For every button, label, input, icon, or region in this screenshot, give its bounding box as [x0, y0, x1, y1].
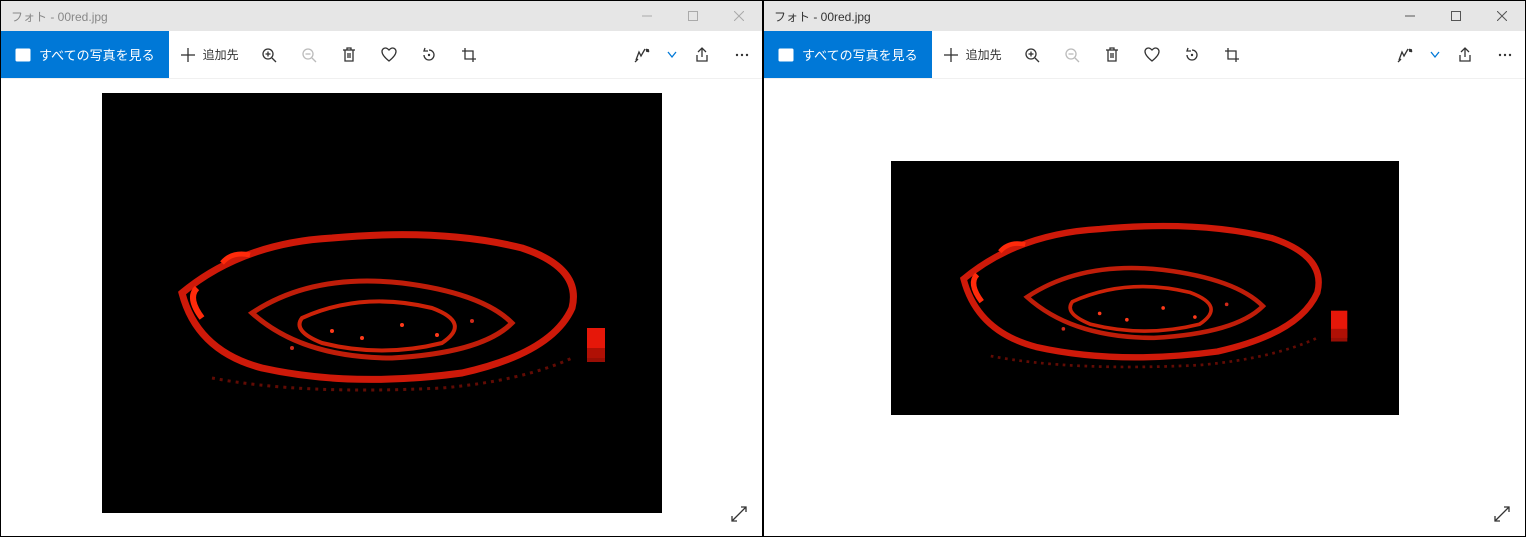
- rotate-button[interactable]: [1172, 31, 1212, 78]
- toolbar: すべての写真を見る 追加先: [764, 31, 1525, 79]
- plus-icon: [942, 46, 960, 64]
- crop-icon: [1223, 46, 1241, 64]
- image-content: [891, 161, 1399, 415]
- image-canvas[interactable]: [1, 79, 762, 536]
- add-to-button[interactable]: 追加先: [169, 31, 249, 78]
- favorite-button[interactable]: [369, 31, 409, 78]
- share-icon: [1456, 46, 1474, 64]
- chevron-down-icon: [1430, 50, 1440, 60]
- image-canvas[interactable]: [764, 79, 1525, 536]
- edit-tools-button[interactable]: [622, 31, 662, 78]
- delete-button[interactable]: [1092, 31, 1132, 78]
- plus-icon: [179, 46, 197, 64]
- expand-icon: [730, 505, 748, 523]
- zoom-out-button[interactable]: [1052, 31, 1092, 78]
- window-title: フォト - 00red.jpg: [11, 8, 624, 25]
- see-all-label: すべての写真を見る: [39, 45, 155, 64]
- rotate-icon: [420, 46, 438, 64]
- zoom-out-button[interactable]: [289, 31, 329, 78]
- crop-icon: [460, 46, 478, 64]
- share-button[interactable]: [1445, 31, 1485, 78]
- fullscreen-button[interactable]: [730, 505, 748, 526]
- zoom-out-icon: [300, 46, 318, 64]
- edit-tools-icon: [1396, 46, 1414, 64]
- rotate-icon: [1183, 46, 1201, 64]
- crop-button[interactable]: [1212, 31, 1252, 78]
- add-to-label: 追加先: [203, 46, 239, 63]
- picture-icon: [778, 47, 794, 63]
- close-button[interactable]: [716, 1, 762, 31]
- edit-tools-button[interactable]: [1385, 31, 1425, 78]
- trash-icon: [1103, 46, 1121, 64]
- photos-window-1: フォト - 00red.jpg すべての写真を見る 追加先: [0, 0, 763, 537]
- edit-dropdown-button[interactable]: [662, 31, 682, 78]
- more-button[interactable]: [722, 31, 762, 78]
- maximize-button[interactable]: [670, 1, 716, 31]
- minimize-button[interactable]: [624, 1, 670, 31]
- zoom-in-icon: [260, 46, 278, 64]
- photos-window-2: フォト - 00red.jpg すべての写真を見る 追加先: [763, 0, 1526, 537]
- minimize-button[interactable]: [1387, 1, 1433, 31]
- edit-dropdown-button[interactable]: [1425, 31, 1445, 78]
- more-button[interactable]: [1485, 31, 1525, 78]
- close-button[interactable]: [1479, 1, 1525, 31]
- zoom-out-icon: [1063, 46, 1081, 64]
- add-to-label: 追加先: [966, 46, 1002, 63]
- rotate-button[interactable]: [409, 31, 449, 78]
- trash-icon: [340, 46, 358, 64]
- toolbar: すべての写真を見る 追加先: [1, 31, 762, 79]
- see-all-label: すべての写真を見る: [802, 45, 918, 64]
- chevron-down-icon: [667, 50, 677, 60]
- share-icon: [693, 46, 711, 64]
- zoom-in-button[interactable]: [1012, 31, 1052, 78]
- titlebar[interactable]: フォト - 00red.jpg: [1, 1, 762, 31]
- expand-icon: [1493, 505, 1511, 523]
- window-controls: [1387, 1, 1525, 31]
- delete-button[interactable]: [329, 31, 369, 78]
- favorite-button[interactable]: [1132, 31, 1172, 78]
- heart-icon: [1143, 46, 1161, 64]
- window-controls: [624, 1, 762, 31]
- picture-icon: [15, 47, 31, 63]
- more-icon: [1496, 46, 1514, 64]
- zoom-in-icon: [1023, 46, 1041, 64]
- titlebar[interactable]: フォト - 00red.jpg: [764, 1, 1525, 31]
- image-content: [102, 93, 662, 513]
- more-icon: [733, 46, 751, 64]
- share-button[interactable]: [682, 31, 722, 78]
- fullscreen-button[interactable]: [1493, 505, 1511, 526]
- window-title: フォト - 00red.jpg: [774, 8, 1387, 25]
- heart-icon: [380, 46, 398, 64]
- edit-tools-icon: [633, 46, 651, 64]
- crop-button[interactable]: [449, 31, 489, 78]
- add-to-button[interactable]: 追加先: [932, 31, 1012, 78]
- see-all-photos-button[interactable]: すべての写真を見る: [764, 31, 932, 78]
- zoom-in-button[interactable]: [249, 31, 289, 78]
- see-all-photos-button[interactable]: すべての写真を見る: [1, 31, 169, 78]
- maximize-button[interactable]: [1433, 1, 1479, 31]
